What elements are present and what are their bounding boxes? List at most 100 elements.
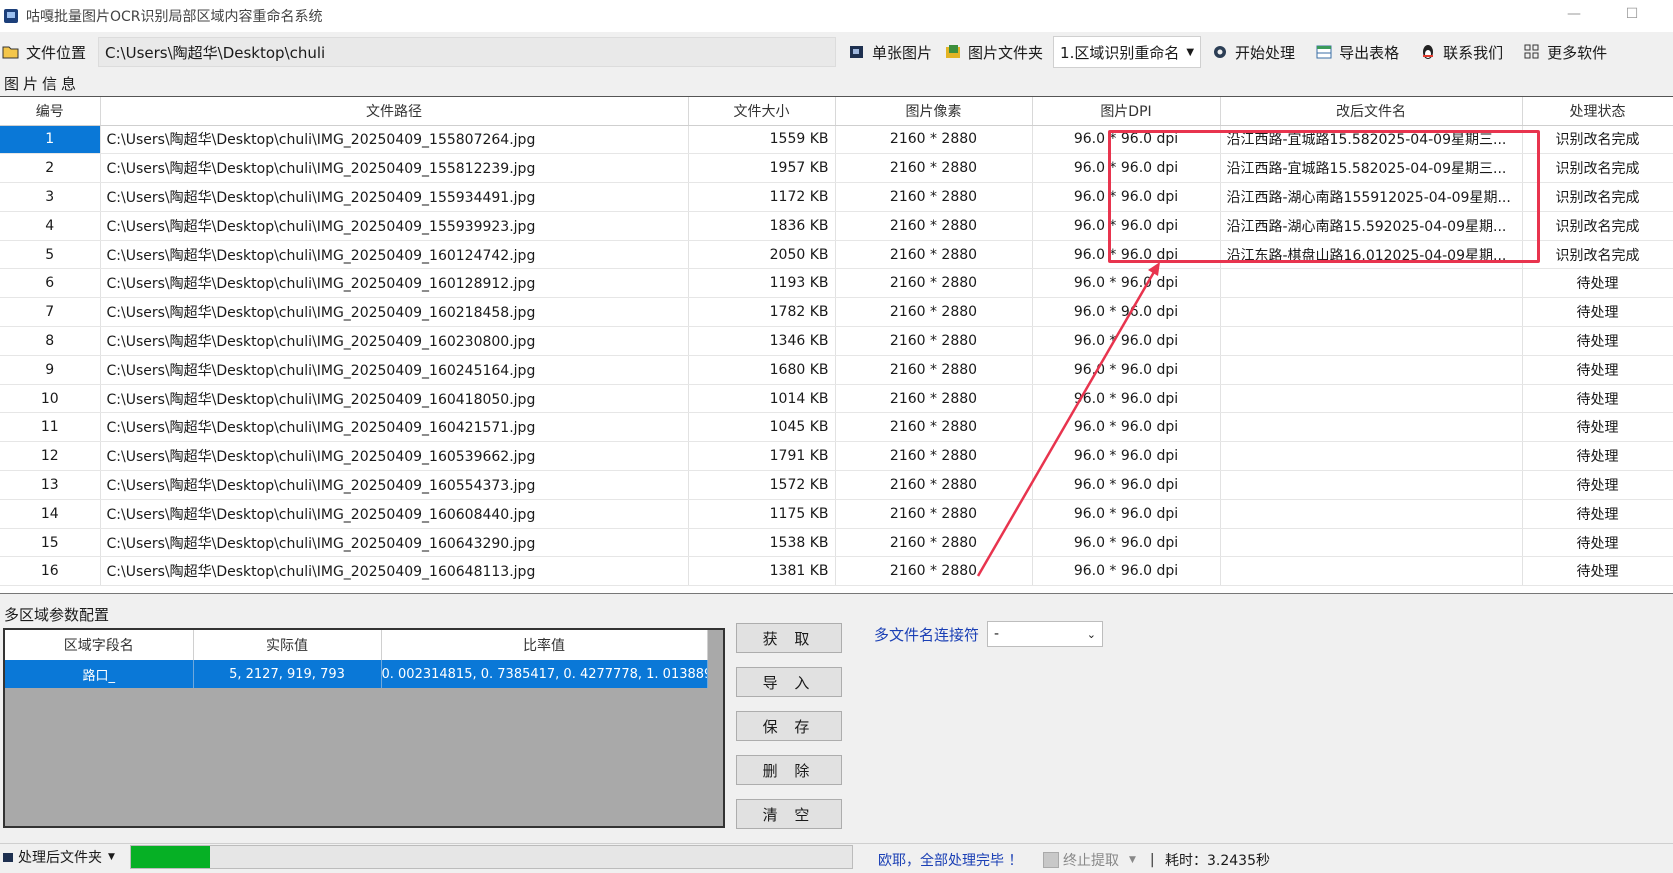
get-button[interactable]: 获 取 [736, 623, 842, 653]
row-size[interactable]: 1193 KB [688, 268, 836, 299]
row-path[interactable]: C:\Users\陶超华\Desktop\chuli\IMG_20250409_… [100, 384, 689, 414]
row-path[interactable]: C:\Users\陶超华\Desktop\chuli\IMG_20250409_… [100, 499, 689, 529]
table-row[interactable]: 13 C:\Users\陶超华\Desktop\chuli\IMG_2025040… [0, 470, 1673, 500]
row-pixels[interactable]: 2160 * 2880 [835, 412, 1033, 443]
row-size[interactable]: 1957 KB [688, 153, 836, 184]
row-new-name[interactable] [1220, 268, 1523, 299]
row-id[interactable]: 9 [0, 355, 101, 385]
save-button[interactable]: 保 存 [736, 711, 842, 741]
row-size[interactable]: 1572 KB [688, 470, 836, 500]
row-dpi[interactable]: 96.0 * 96.0 dpi [1032, 355, 1221, 385]
row-id[interactable]: 15 [0, 528, 101, 558]
row-size[interactable]: 1680 KB [688, 355, 836, 385]
row-id[interactable]: 16 [0, 556, 101, 587]
row-path[interactable]: C:\Users\陶超华\Desktop\chuli\IMG_20250409_… [100, 556, 689, 587]
row-id[interactable]: 12 [0, 441, 101, 472]
row-dpi[interactable]: 96.0 * 96.0 dpi [1032, 499, 1221, 529]
row-status[interactable]: 识别改名完成 [1522, 153, 1673, 184]
row-status[interactable]: 待处理 [1522, 384, 1673, 414]
row-size[interactable]: 1782 KB [688, 297, 836, 328]
row-new-name[interactable] [1220, 528, 1523, 558]
row-path[interactable]: C:\Users\陶超华\Desktop\chuli\IMG_20250409_… [100, 240, 689, 270]
row-pixels[interactable]: 2160 * 2880 [835, 470, 1033, 500]
row-new-name[interactable] [1220, 441, 1523, 472]
row-id[interactable]: 5 [0, 240, 101, 270]
row-new-name[interactable]: 沿江西路-宜城路15.582025-04-09星期三... [1220, 125, 1523, 155]
row-status[interactable]: 待处理 [1522, 556, 1673, 587]
row-pixels[interactable]: 2160 * 2880 [835, 441, 1033, 472]
delete-button[interactable]: 删 除 [736, 755, 842, 785]
row-status[interactable]: 待处理 [1522, 326, 1673, 356]
row-id[interactable]: 4 [0, 211, 101, 241]
row-path[interactable]: C:\Users\陶超华\Desktop\chuli\IMG_20250409_… [100, 182, 689, 212]
row-pixels[interactable]: 2160 * 2880 [835, 211, 1033, 241]
col-header-status[interactable]: 处理状态 [1522, 97, 1673, 126]
table-row[interactable]: 5 C:\Users\陶超华\Desktop\chuli\IMG_20250409… [0, 240, 1673, 270]
row-size[interactable]: 1381 KB [688, 556, 836, 587]
region-field-name[interactable]: 路口_ [5, 660, 194, 688]
row-pixels[interactable]: 2160 * 2880 [835, 528, 1033, 558]
table-row[interactable]: 11 C:\Users\陶超华\Desktop\chuli\IMG_2025040… [0, 412, 1673, 443]
row-status[interactable]: 识别改名完成 [1522, 182, 1673, 212]
row-pixels[interactable]: 2160 * 2880 [835, 297, 1033, 328]
row-id[interactable]: 14 [0, 499, 101, 529]
row-status[interactable]: 待处理 [1522, 297, 1673, 328]
row-id[interactable]: 3 [0, 182, 101, 212]
start-button[interactable]: 开始处理 [1205, 36, 1301, 68]
row-size[interactable]: 1175 KB [688, 499, 836, 529]
row-size[interactable]: 1172 KB [688, 182, 836, 212]
row-new-name[interactable] [1220, 556, 1523, 587]
row-dpi[interactable]: 96.0 * 96.0 dpi [1032, 326, 1221, 356]
table-row[interactable]: 15 C:\Users\陶超华\Desktop\chuli\IMG_2025040… [0, 528, 1673, 558]
row-status[interactable]: 待处理 [1522, 412, 1673, 443]
row-path[interactable]: C:\Users\陶超华\Desktop\chuli\IMG_20250409_… [100, 412, 689, 443]
table-row[interactable]: 1 C:\Users\陶超华\Desktop\chuli\IMG_20250409… [0, 125, 1673, 155]
row-id[interactable]: 7 [0, 297, 101, 328]
row-new-name[interactable] [1220, 326, 1523, 356]
image-table[interactable]: 编号 文件路径 文件大小 图片像素 图片DPI 改后文件名 处理状态 1 C:\U… [0, 96, 1673, 594]
stop-checkbox[interactable] [1043, 852, 1059, 868]
table-row[interactable]: 12 C:\Users\陶超华\Desktop\chuli\IMG_2025040… [0, 441, 1673, 472]
row-pixels[interactable]: 2160 * 2880 [835, 355, 1033, 385]
clear-button[interactable]: 清 空 [736, 799, 842, 829]
row-status[interactable]: 识别改名完成 [1522, 240, 1673, 270]
row-path[interactable]: C:\Users\陶超华\Desktop\chuli\IMG_20250409_… [100, 355, 689, 385]
row-new-name[interactable] [1220, 470, 1523, 500]
row-status[interactable]: 待处理 [1522, 441, 1673, 472]
region-table[interactable]: 区域字段名 实际值 比率值 路口_ 5, 2127, 919, 793 0. 0… [3, 628, 725, 828]
minimize-button[interactable]: — [1554, 6, 1594, 26]
row-dpi[interactable]: 96.0 * 96.0 dpi [1032, 125, 1221, 155]
row-status[interactable]: 待处理 [1522, 470, 1673, 500]
row-dpi[interactable]: 96.0 * 96.0 dpi [1032, 556, 1221, 587]
row-new-name[interactable]: 沿江西路-湖心南路155912025-04-09星期... [1220, 182, 1523, 212]
row-status[interactable]: 待处理 [1522, 268, 1673, 299]
row-id[interactable]: 10 [0, 384, 101, 414]
table-row[interactable]: 6 C:\Users\陶超华\Desktop\chuli\IMG_20250409… [0, 268, 1673, 299]
row-size[interactable]: 1836 KB [688, 211, 836, 241]
file-location-button[interactable]: 文件位置 [0, 36, 92, 68]
row-status[interactable]: 待处理 [1522, 528, 1673, 558]
row-size[interactable]: 1559 KB [688, 125, 836, 155]
row-path[interactable]: C:\Users\陶超华\Desktop\chuli\IMG_20250409_… [100, 268, 689, 299]
row-pixels[interactable]: 2160 * 2880 [835, 326, 1033, 356]
table-row[interactable]: 4 C:\Users\陶超华\Desktop\chuli\IMG_20250409… [0, 211, 1673, 241]
col-header-path[interactable]: 文件路径 [100, 97, 689, 126]
row-pixels[interactable]: 2160 * 2880 [835, 182, 1033, 212]
row-status[interactable]: 待处理 [1522, 355, 1673, 385]
row-id[interactable]: 13 [0, 470, 101, 500]
row-status[interactable]: 识别改名完成 [1522, 125, 1673, 155]
row-dpi[interactable]: 96.0 * 96.0 dpi [1032, 528, 1221, 558]
maximize-button[interactable]: ☐ [1612, 6, 1652, 26]
row-dpi[interactable]: 96.0 * 96.0 dpi [1032, 268, 1221, 299]
row-size[interactable]: 1045 KB [688, 412, 836, 443]
path-input[interactable]: C:\Users\陶超华\Desktop\chuli [98, 37, 837, 67]
row-id[interactable]: 1 [0, 125, 101, 155]
single-image-button[interactable]: 单张图片 [842, 36, 938, 68]
region-row[interactable]: 路口_ 5, 2127, 919, 793 0. 002314815, 0. 7… [5, 660, 708, 688]
row-new-name[interactable] [1220, 384, 1523, 414]
table-row[interactable]: 2 C:\Users\陶超华\Desktop\chuli\IMG_20250409… [0, 153, 1673, 184]
row-size[interactable]: 1791 KB [688, 441, 836, 472]
row-path[interactable]: C:\Users\陶超华\Desktop\chuli\IMG_20250409_… [100, 326, 689, 356]
table-row[interactable]: 9 C:\Users\陶超华\Desktop\chuli\IMG_20250409… [0, 355, 1673, 385]
row-new-name[interactable] [1220, 355, 1523, 385]
